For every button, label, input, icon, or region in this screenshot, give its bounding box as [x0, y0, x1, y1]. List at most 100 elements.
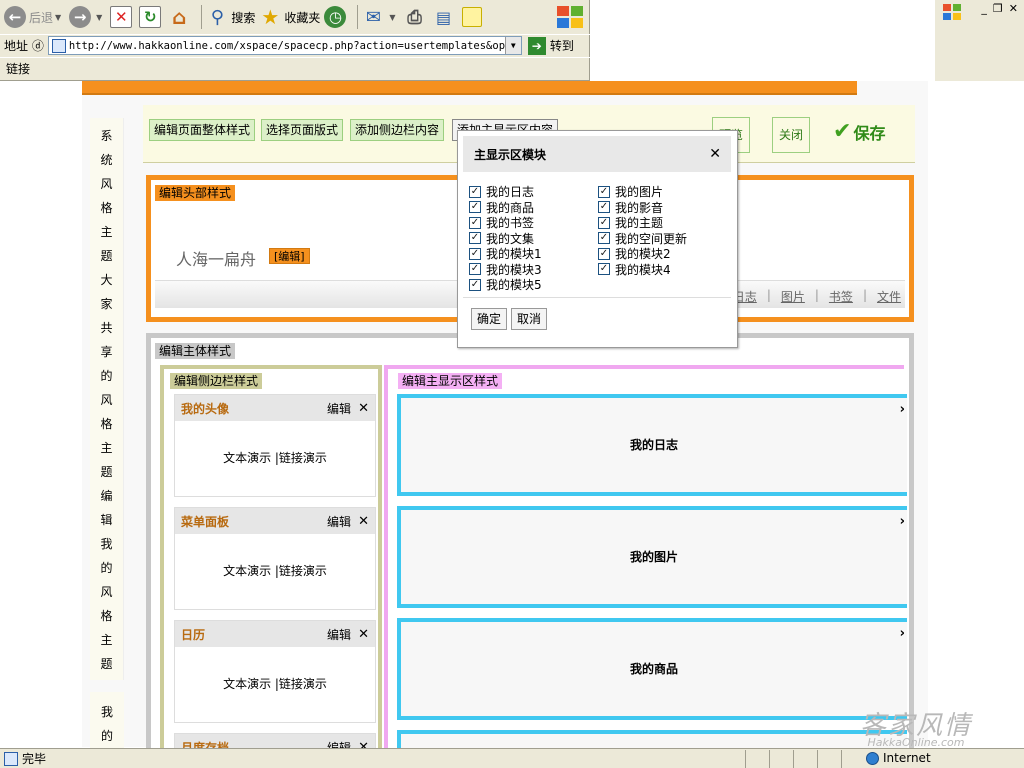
- module-checkbox-item[interactable]: ✓ 我的模块5: [469, 276, 542, 293]
- history-button[interactable]: ◷: [324, 3, 349, 31]
- search-button[interactable]: ⚲ 搜索: [206, 3, 256, 31]
- home-button[interactable]: ⌂: [168, 3, 193, 31]
- minimize-icon[interactable]: _: [981, 2, 987, 15]
- module-checkbox-label: 我的空间更新: [615, 231, 688, 246]
- printer-icon: ⎙: [407, 6, 422, 28]
- close-button[interactable]: 关闭: [772, 117, 811, 153]
- edit-sidebar-style-tag[interactable]: 编辑侧边栏样式: [170, 373, 263, 389]
- module-checkbox-item[interactable]: ✓ 我的模块2: [598, 245, 671, 262]
- sidebar-module-edit-button[interactable]: 编辑: [327, 400, 351, 417]
- sidebar-module-header: 日历 编辑 ✕: [175, 621, 375, 647]
- vertical-nav-char: 编: [100, 489, 113, 503]
- edit-page-style-button[interactable]: 编辑页面整体样式: [149, 119, 256, 141]
- close-icon[interactable]: ✕: [358, 627, 369, 642]
- module-checkbox-item[interactable]: ✓ 我的日志: [469, 183, 534, 200]
- vertical-nav-char: 题: [100, 465, 113, 479]
- module-checkbox-item[interactable]: ✓ 我的空间更新: [598, 230, 687, 247]
- note-icon: [461, 7, 482, 27]
- vertical-nav-my-themes[interactable]: 我的: [90, 692, 124, 748]
- module-checkbox-item[interactable]: ✓ 我的商品: [469, 199, 534, 216]
- favorites-button[interactable]: ★ 收藏夹: [259, 3, 320, 31]
- vertical-nav-char: 享: [100, 345, 113, 359]
- stop-button[interactable]: ✕: [110, 3, 135, 31]
- vertical-nav-char: 格: [100, 609, 113, 623]
- close-icon[interactable]: ✕: [1009, 2, 1018, 15]
- chevron-down-icon[interactable]: ▼: [389, 13, 395, 22]
- vertical-nav-char: 主: [100, 225, 113, 239]
- refresh-button[interactable]: ↻: [139, 3, 164, 31]
- address-input[interactable]: http://www.hakkaonline.com/xspace/spacec…: [47, 36, 522, 55]
- back-button[interactable]: ← 后退 ▼: [4, 3, 65, 31]
- module-checkbox-label: 我的模块5: [486, 278, 542, 292]
- globe-icon: [866, 751, 879, 765]
- edit-window-icon: ▤: [435, 7, 452, 27]
- checkbox-checked-icon[interactable]: ✓: [598, 185, 610, 198]
- header-nav-link[interactable]: 文件: [877, 288, 901, 305]
- restore-icon[interactable]: ❐: [993, 2, 1003, 15]
- checkbox-checked-icon[interactable]: ✓: [598, 263, 610, 275]
- toolbar-divider: [201, 5, 203, 29]
- vertical-nav-char: 格: [100, 417, 113, 431]
- notes-button[interactable]: [461, 3, 485, 31]
- chevron-right-icon[interactable]: ›: [900, 514, 905, 529]
- checkbox-checked-icon[interactable]: ✓: [469, 185, 481, 198]
- close-icon[interactable]: ✕: [358, 401, 369, 416]
- add-sidebar-button[interactable]: 添加侧边栏内容: [350, 119, 445, 141]
- module-checkbox-item[interactable]: ✓ 我的模块1: [469, 245, 542, 262]
- checkbox-checked-icon[interactable]: ✓: [598, 216, 610, 229]
- main-module-dialog: 主显示区模块 ✕ ✓ 我的日志 ✓ 我的商品 ✓ 我的书签 ✓ 我的文集 ✓ 我的模块1 ✓ 我的模块…: [457, 130, 738, 348]
- module-checkbox-item[interactable]: ✓ 我的书签: [469, 214, 534, 231]
- go-button[interactable]: ➔ 转到: [527, 36, 574, 55]
- module-checkbox-item[interactable]: ✓ 我的图片: [598, 183, 663, 200]
- edit-body-style-tag[interactable]: 编辑主体样式: [155, 343, 236, 359]
- checkbox-checked-icon[interactable]: ✓: [469, 232, 481, 244]
- search-label: 搜索: [231, 10, 256, 25]
- favorites-label: 收藏夹: [284, 10, 321, 25]
- chevron-right-icon[interactable]: ›: [900, 626, 905, 641]
- edit-page-button[interactable]: ▤: [433, 3, 458, 31]
- mail-button[interactable]: ✉ ▼: [362, 3, 399, 31]
- checkbox-checked-icon[interactable]: ✓: [598, 247, 610, 260]
- module-checkbox-label: 我的主题: [615, 216, 664, 230]
- edit-main-style-tag[interactable]: 编辑主显示区样式: [398, 373, 503, 389]
- right-margin: [1004, 81, 1024, 748]
- save-button[interactable]: ✔ 保存: [833, 119, 885, 144]
- sidebar-module-edit-button[interactable]: 编辑: [327, 513, 351, 530]
- module-checkbox-item[interactable]: ✓ 我的模块4: [598, 261, 671, 278]
- module-checkbox-label: 我的商品: [486, 200, 535, 215]
- cancel-button[interactable]: 取消: [511, 308, 548, 330]
- checkbox-checked-icon[interactable]: ✓: [598, 232, 610, 244]
- checkbox-checked-icon[interactable]: ✓: [598, 201, 610, 213]
- links-label[interactable]: 链接: [6, 60, 30, 77]
- confirm-button[interactable]: 确定: [471, 308, 508, 330]
- close-icon[interactable]: ✕: [358, 514, 369, 529]
- checkbox-checked-icon[interactable]: ✓: [469, 247, 481, 260]
- checkbox-checked-icon[interactable]: ✓: [469, 263, 481, 275]
- close-icon[interactable]: ✕: [709, 146, 721, 162]
- chevron-down-icon[interactable]: ▼: [96, 13, 102, 22]
- module-checkbox-item[interactable]: ✓ 我的主题: [598, 214, 663, 231]
- print-button[interactable]: ⎙: [404, 3, 429, 31]
- edit-header-style-tag[interactable]: 编辑头部样式: [155, 185, 236, 201]
- header-nav-links: 日志 | 图片 | 书签 | 文件: [733, 288, 901, 305]
- module-checkbox-item[interactable]: ✓ 我的文集: [469, 230, 534, 247]
- mail-icon: ✉: [365, 6, 381, 28]
- checkbox-checked-icon[interactable]: ✓: [469, 216, 481, 229]
- sidebar-module-edit-button[interactable]: 编辑: [327, 626, 351, 643]
- site-name-edit-button[interactable]: [编辑]: [269, 248, 310, 264]
- module-checkbox-item[interactable]: ✓ 我的模块3: [469, 261, 542, 278]
- module-checkbox-item[interactable]: ✓ 我的影音: [598, 199, 663, 216]
- status-text: 完毕: [22, 752, 47, 766]
- checkbox-checked-icon[interactable]: ✓: [469, 278, 481, 291]
- address-bar: 地址 ⓓ http://www.hakkaonline.com/xspace/s…: [0, 34, 590, 56]
- forward-button[interactable]: → ▼: [69, 3, 106, 31]
- chevron-down-icon[interactable]: ▼: [504, 37, 521, 54]
- vertical-nav-system-themes[interactable]: 系统风格主题大家共享的风格主题编辑我的风格主题: [90, 118, 124, 680]
- header-nav-link[interactable]: 书签: [829, 288, 853, 305]
- chevron-right-icon[interactable]: ›: [900, 402, 905, 417]
- checkbox-checked-icon[interactable]: ✓: [469, 201, 481, 213]
- header-nav-link[interactable]: 图片: [781, 288, 805, 305]
- chevron-down-icon[interactable]: ▼: [55, 13, 61, 22]
- vertical-nav2-char: 的: [100, 729, 113, 743]
- select-layout-button[interactable]: 选择页面版式: [261, 119, 344, 141]
